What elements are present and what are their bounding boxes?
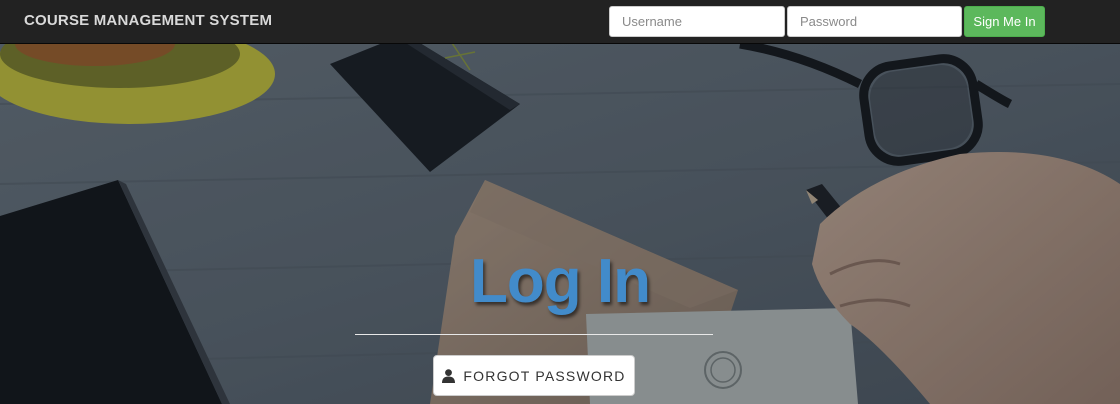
hero-section: Log In FORGOT PASSWORD [0,44,1120,404]
user-icon [442,368,456,383]
forgot-password-label: FORGOT PASSWORD [463,367,626,384]
top-navbar: COURSE MANAGEMENT SYSTEM Sign Me In [0,0,1120,44]
dark-overlay [0,44,1120,404]
username-input[interactable] [609,6,785,37]
page-title: Log In [470,247,651,316]
brand-title[interactable]: COURSE MANAGEMENT SYSTEM [24,12,272,29]
title-divider [355,334,713,335]
sign-in-button[interactable]: Sign Me In [964,6,1045,37]
password-input[interactable] [787,6,962,37]
forgot-password-button[interactable]: FORGOT PASSWORD [433,355,635,396]
